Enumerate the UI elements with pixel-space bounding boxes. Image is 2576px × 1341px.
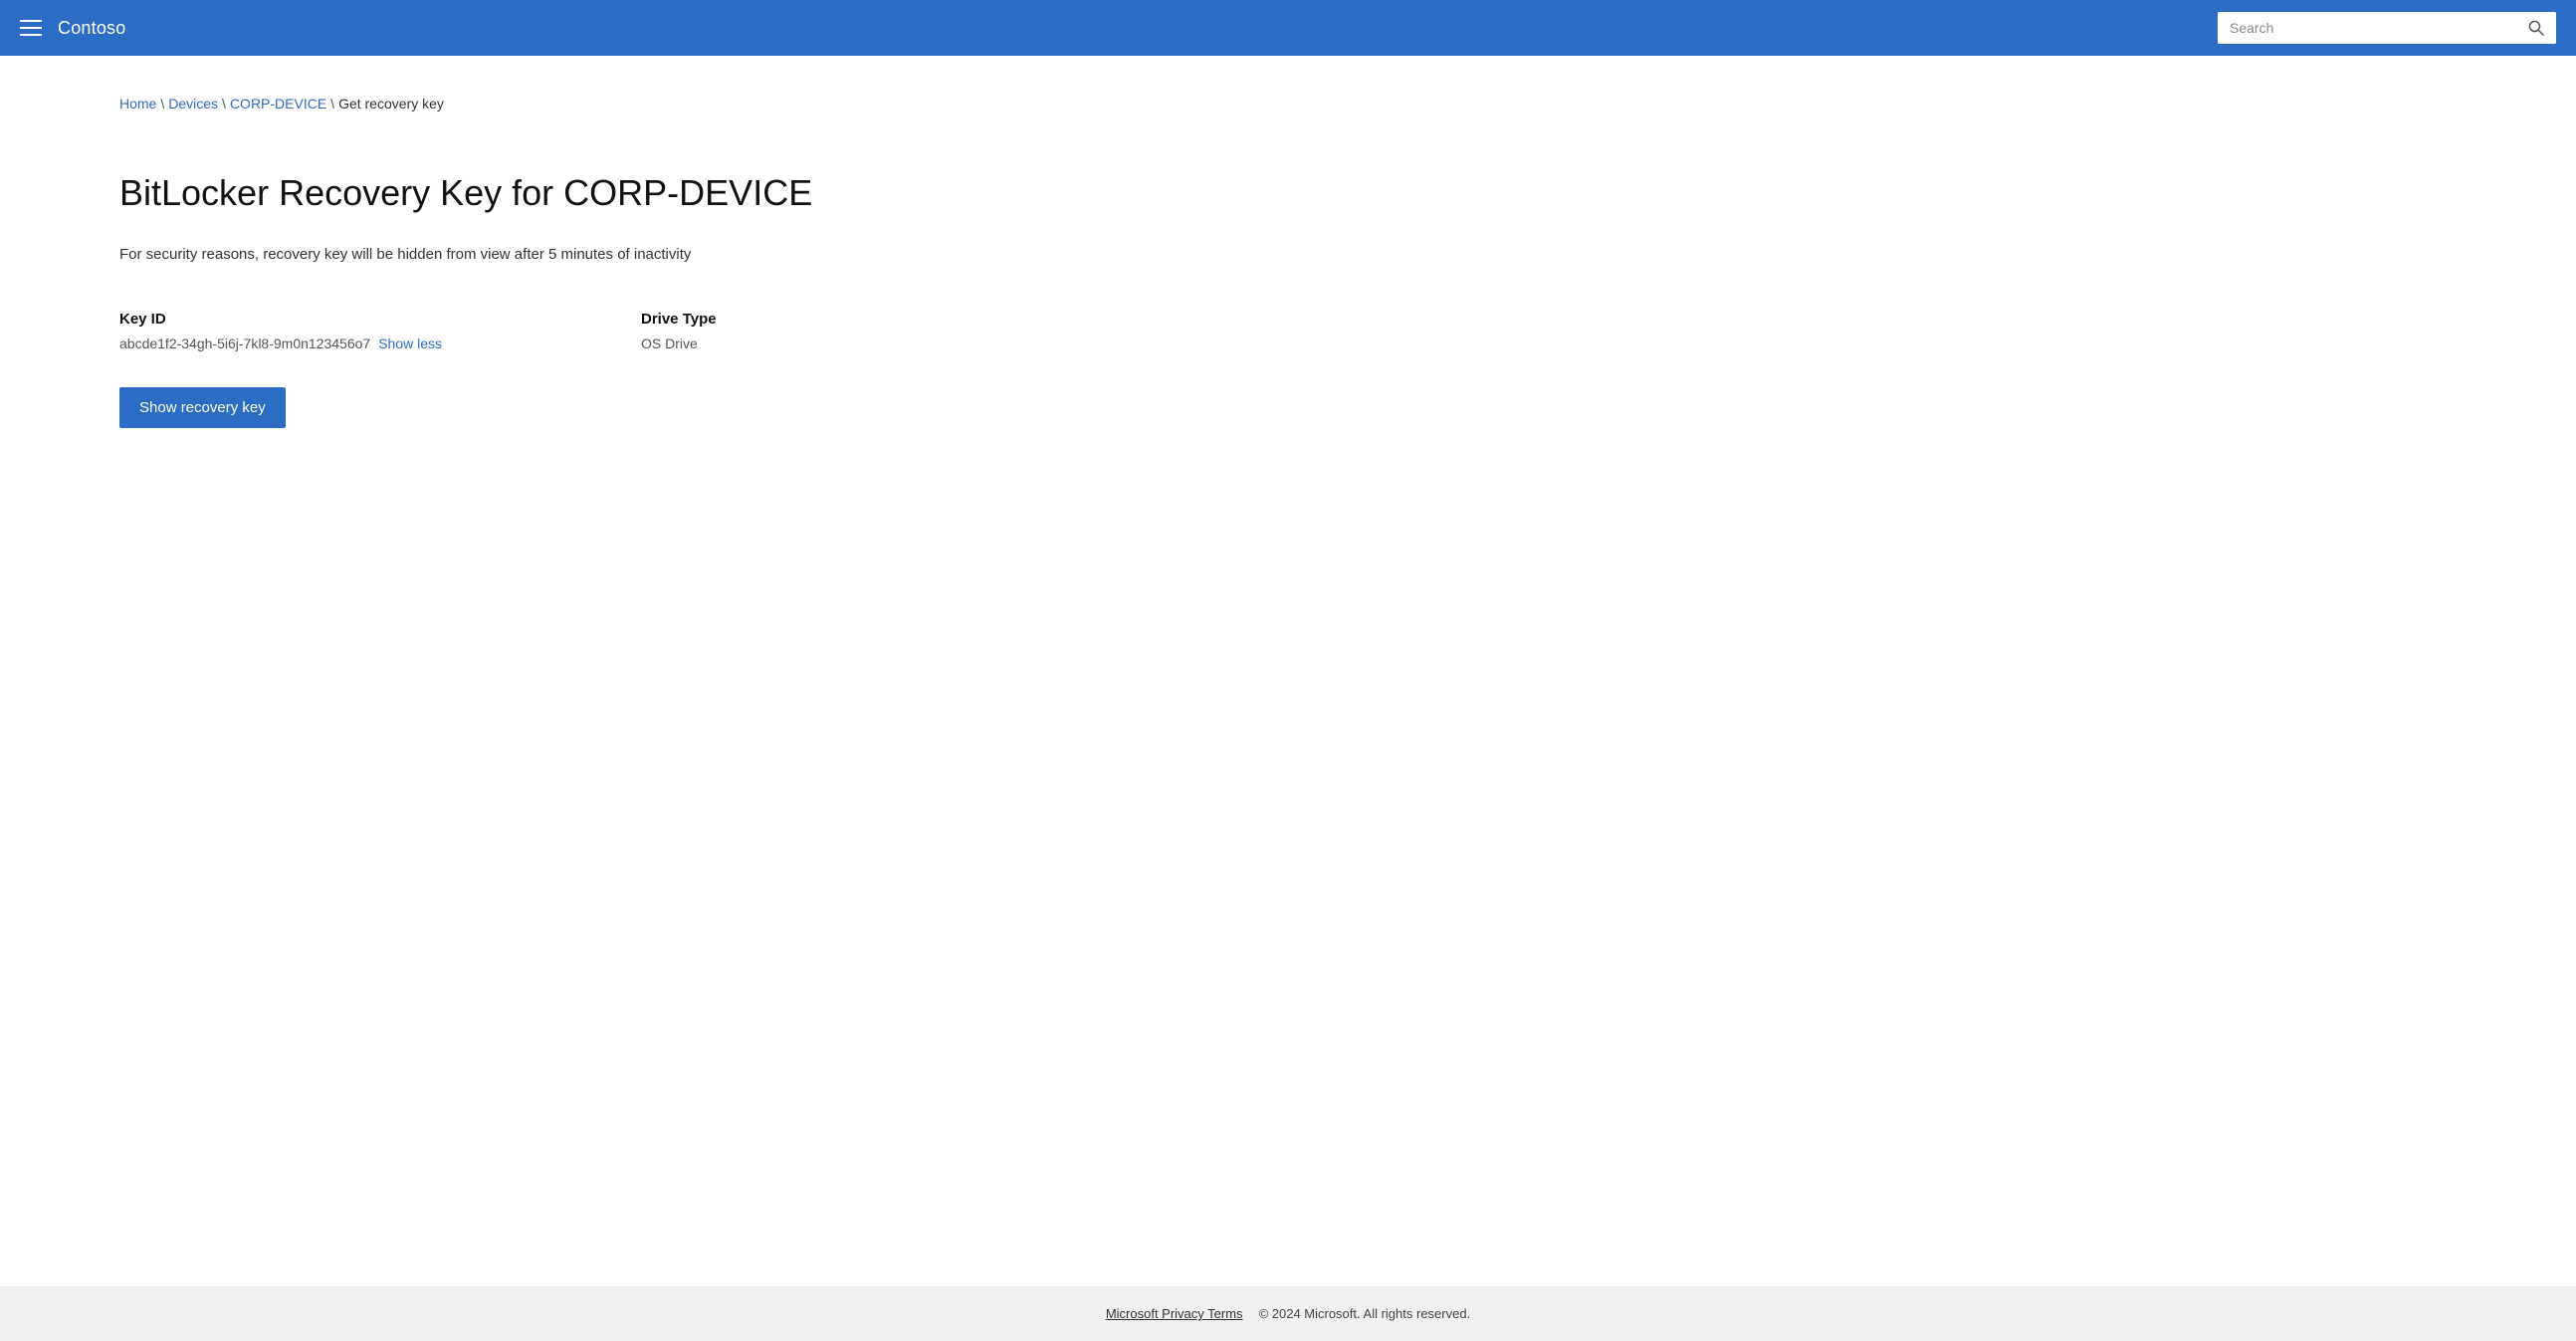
breadcrumb-corp-device[interactable]: CORP-DEVICE (230, 96, 326, 112)
header: Contoso (0, 0, 2576, 56)
breadcrumb-separator-3: \ (330, 96, 334, 112)
show-recovery-key-button[interactable]: Show recovery key (119, 387, 286, 428)
footer: Microsoft Privacy Terms © 2024 Microsoft… (0, 1286, 2576, 1341)
security-notice: For security reasons, recovery key will … (119, 246, 2457, 263)
key-id-value-row: abcde1f2-34gh-5i6j-7kl8-9m0n123456o7 Sho… (119, 335, 442, 351)
breadcrumb-current: Get recovery key (338, 96, 444, 112)
search-input[interactable] (2218, 12, 2516, 44)
key-id-label: Key ID (119, 311, 442, 328)
drive-type-value: OS Drive (641, 335, 717, 351)
breadcrumb-separator-1: \ (160, 96, 164, 112)
main-content: Home \ Devices \ CORP-DEVICE \ Get recov… (0, 56, 2576, 1286)
privacy-terms-link[interactable]: Microsoft Privacy Terms (1106, 1306, 1243, 1321)
show-less-link[interactable]: Show less (378, 335, 442, 351)
drive-type-section: Drive Type OS Drive (641, 311, 717, 351)
breadcrumb-separator-2: \ (222, 96, 226, 112)
app-title: Contoso (58, 18, 125, 39)
drive-type-label: Drive Type (641, 311, 717, 328)
key-id-value: abcde1f2-34gh-5i6j-7kl8-9m0n123456o7 (119, 335, 370, 351)
search-container (2218, 12, 2556, 44)
hamburger-menu-icon[interactable] (20, 20, 42, 36)
info-grid: Key ID abcde1f2-34gh-5i6j-7kl8-9m0n12345… (119, 311, 2457, 351)
search-icon (2528, 20, 2544, 36)
breadcrumb-devices[interactable]: Devices (168, 96, 218, 112)
page-title: BitLocker Recovery Key for CORP-DEVICE (119, 171, 2457, 214)
key-id-section: Key ID abcde1f2-34gh-5i6j-7kl8-9m0n12345… (119, 311, 442, 351)
breadcrumb-home[interactable]: Home (119, 96, 156, 112)
breadcrumb: Home \ Devices \ CORP-DEVICE \ Get recov… (119, 96, 2457, 112)
copyright-text: © 2024 Microsoft. All rights reserved. (1259, 1306, 1471, 1321)
search-button[interactable] (2516, 12, 2556, 44)
header-left: Contoso (20, 18, 125, 39)
